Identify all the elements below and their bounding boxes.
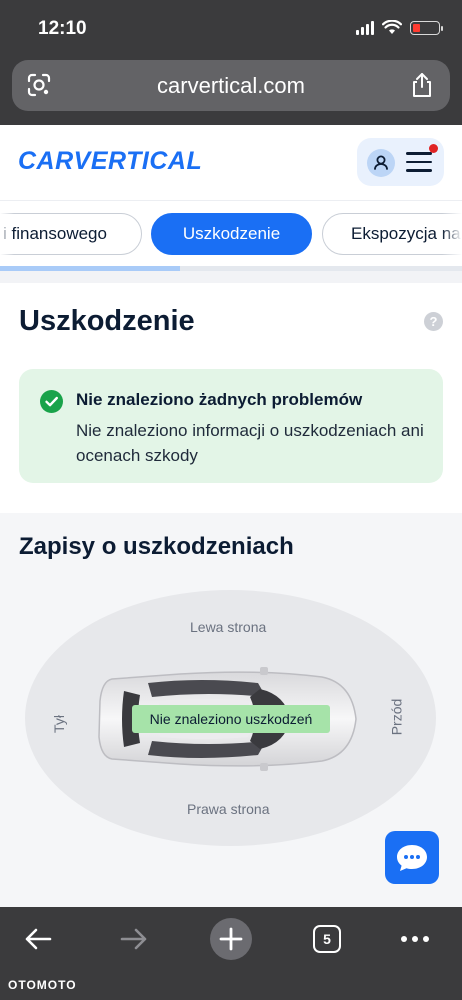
report-section-tabs: i finansowego Uszkodzenie Ekspozycja na	[0, 201, 462, 271]
forward-arrow-icon[interactable]	[119, 927, 149, 951]
back-button[interactable]	[16, 917, 60, 961]
help-icon[interactable]: ?	[424, 312, 443, 331]
chat-bubble-icon[interactable]	[385, 831, 439, 884]
front-label: Przód	[388, 698, 405, 736]
alert-text: Nie znaleziono informacji o uszkodzeniac…	[76, 421, 424, 465]
signal-icon	[356, 20, 374, 35]
tab-damage[interactable]: Uszkodzenie	[151, 213, 312, 255]
status-icons	[356, 20, 443, 35]
account-menu-button[interactable]	[357, 138, 444, 186]
battery-icon	[410, 20, 443, 35]
tab-financial[interactable]: i finansowego	[0, 213, 142, 255]
more-options-button[interactable]	[393, 917, 437, 961]
carvertical-logo[interactable]: CARVERTICAL	[18, 147, 202, 176]
check-circle-icon	[40, 390, 63, 413]
browser-top-bar: 12:10 carvertical.com	[0, 0, 462, 125]
alert-title: Nie znaleziono żadnych problemów	[76, 390, 363, 409]
tab-switcher-button[interactable]: 5	[305, 917, 349, 961]
status-time: 12:10	[38, 18, 87, 39]
share-icon[interactable]	[410, 72, 434, 98]
damage-records-section: Zapisy o uszkodzeniach Lewa strona Prawa…	[0, 513, 462, 907]
rear-label: Tył	[50, 715, 67, 733]
plus-icon[interactable]	[210, 918, 252, 960]
right-side-label: Prawa strona	[187, 801, 270, 817]
no-damage-badge: Nie znaleziono uszkodzeń	[132, 705, 330, 733]
back-arrow-icon[interactable]	[23, 927, 53, 951]
records-title: Zapisy o uszkodzeniach	[19, 533, 294, 560]
damage-section: Uszkodzenie ? Nie znaleziono żadnych pro…	[0, 283, 462, 513]
address-bar[interactable]: carvertical.com	[12, 60, 450, 111]
left-side-label: Lewa strona	[190, 619, 267, 635]
more-dots-icon[interactable]	[400, 935, 430, 943]
tab-exposure[interactable]: Ekspozycja na	[322, 213, 462, 255]
no-problems-alert: Nie znaleziono żadnych problemów Nie zna…	[19, 369, 443, 483]
hamburger-menu-icon[interactable]	[406, 152, 432, 172]
otomoto-watermark: OTOMOTO	[8, 978, 77, 992]
url-text[interactable]: carvertical.com	[12, 73, 450, 99]
chat-button[interactable]	[385, 831, 439, 884]
forward-button[interactable]	[112, 917, 156, 961]
page-title: Uszkodzenie	[19, 305, 195, 337]
tab-count[interactable]: 5	[313, 925, 341, 953]
user-icon[interactable]	[367, 149, 395, 177]
wifi-icon	[382, 20, 402, 34]
site-header: CARVERTICAL	[0, 125, 462, 201]
new-tab-button[interactable]	[209, 917, 253, 961]
notification-dot	[429, 144, 438, 153]
